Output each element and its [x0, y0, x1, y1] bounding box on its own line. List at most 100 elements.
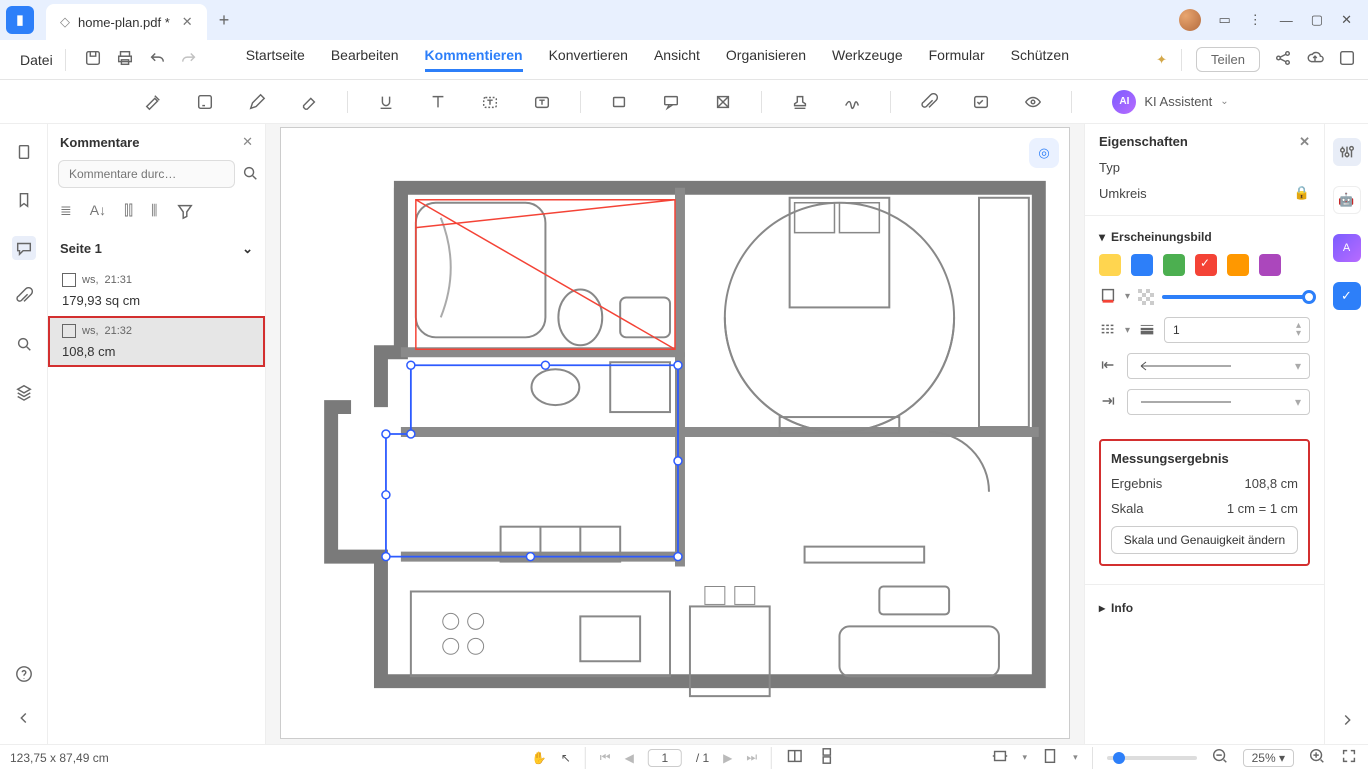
document-canvas[interactable]: ◎: [266, 124, 1084, 744]
menu-tab-konvertieren[interactable]: Konvertieren: [549, 47, 628, 72]
sliders-icon[interactable]: ⫼: [151, 202, 157, 223]
zoom-select[interactable]: 25% ▾: [1243, 749, 1294, 767]
menu-tab-ansicht[interactable]: Ansicht: [654, 47, 700, 72]
caret-down-icon[interactable]: ▾: [1099, 230, 1105, 244]
columns-icon[interactable]: ⫿⫿: [124, 202, 133, 223]
swatch-red-selected[interactable]: [1195, 254, 1217, 276]
menu-tab-organisieren[interactable]: Organisieren: [726, 47, 806, 72]
checklist-icon[interactable]: [967, 88, 995, 116]
menu-tab-startseite[interactable]: Startseite: [246, 47, 305, 72]
comment-item[interactable]: ws, 21:31179,93 sq cm: [48, 265, 265, 316]
search-icon[interactable]: [241, 164, 259, 185]
fullscreen-icon[interactable]: [1340, 747, 1358, 768]
bookmarks-icon[interactable]: [12, 188, 36, 212]
menu-tab-kommentieren[interactable]: Kommentieren: [425, 47, 523, 72]
window-minimize-icon[interactable]: —: [1280, 13, 1293, 28]
zoom-in-icon[interactable]: [1308, 747, 1326, 768]
print-icon[interactable]: [116, 49, 134, 70]
share-button[interactable]: Teilen: [1196, 47, 1260, 72]
document-tab[interactable]: ◇ home-plan.pdf * ✕: [46, 4, 207, 40]
comments-icon[interactable]: [12, 236, 36, 260]
stamp-icon[interactable]: [786, 88, 814, 116]
last-page-icon[interactable]: ⏭: [746, 750, 757, 765]
lock-icon[interactable]: 🔒: [1294, 185, 1310, 201]
pencil-icon[interactable]: [243, 88, 271, 116]
swatch-blue[interactable]: [1131, 254, 1153, 276]
zoom-slider[interactable]: [1107, 756, 1197, 760]
opacity-slider[interactable]: ▾: [1099, 286, 1310, 307]
read-mode-icon[interactable]: [786, 747, 804, 768]
line-style-icon[interactable]: [1099, 320, 1117, 341]
chat-icon[interactable]: ▭: [1219, 12, 1231, 28]
user-avatar[interactable]: [1179, 9, 1201, 31]
textbox-icon[interactable]: [528, 88, 556, 116]
eye-icon[interactable]: [1019, 88, 1047, 116]
attachment-icon[interactable]: [915, 88, 943, 116]
caret-right-icon[interactable]: ▸: [1099, 601, 1105, 615]
ai-letter-icon[interactable]: A: [1333, 234, 1361, 262]
cloud-upload-icon[interactable]: [1306, 49, 1324, 70]
comment-item[interactable]: ws, 21:32108,8 cm: [48, 316, 265, 367]
attachments-icon[interactable]: [12, 284, 36, 308]
menu-tab-formular[interactable]: Formular: [929, 47, 985, 72]
ai-check-icon[interactable]: ✓: [1333, 282, 1361, 310]
fit-page-icon[interactable]: [1041, 747, 1059, 768]
underline-icon[interactable]: [372, 88, 400, 116]
thumbnails-icon[interactable]: [12, 140, 36, 164]
fit-width-icon[interactable]: [991, 747, 1009, 768]
swatch-yellow[interactable]: [1099, 254, 1121, 276]
settings-square-icon[interactable]: [1338, 49, 1356, 70]
help-icon[interactable]: [12, 662, 36, 686]
collapse-left-icon[interactable]: [12, 706, 36, 730]
menu-tab-bearbeiten[interactable]: Bearbeiten: [331, 47, 399, 72]
new-tab-button[interactable]: +: [207, 10, 242, 31]
ai-face-icon[interactable]: 🤖: [1333, 186, 1361, 214]
stroke-color-icon[interactable]: [1099, 286, 1117, 307]
highlighter-icon[interactable]: [139, 88, 167, 116]
page-section-header[interactable]: Seite 1 ⌄: [48, 233, 265, 265]
close-properties-icon[interactable]: ✕: [1299, 134, 1310, 150]
page-info-badge[interactable]: ◎: [1029, 138, 1059, 168]
kebab-menu-icon[interactable]: ⋮: [1249, 12, 1262, 28]
undo-icon[interactable]: [148, 49, 166, 70]
eraser-icon[interactable]: [295, 88, 323, 116]
signature-icon[interactable]: [838, 88, 866, 116]
collapse-right-icon[interactable]: [1333, 706, 1361, 734]
scroll-mode-icon[interactable]: [818, 747, 836, 768]
thickness-input[interactable]: 1▴▾: [1164, 317, 1310, 343]
search-rail-icon[interactable]: [12, 332, 36, 356]
line-weight-icon[interactable]: [1138, 320, 1156, 341]
sort-list-icon[interactable]: ≣: [60, 202, 72, 223]
change-scale-button[interactable]: Skala und Genauigkeit ändern: [1111, 526, 1298, 554]
filter-icon[interactable]: [176, 202, 194, 223]
tab-close-icon[interactable]: ✕: [178, 14, 197, 30]
window-close-icon[interactable]: ✕: [1341, 12, 1352, 28]
prev-page-icon[interactable]: ◀: [625, 751, 634, 765]
swatch-orange[interactable]: [1227, 254, 1249, 276]
callout-icon[interactable]: [657, 88, 685, 116]
first-page-icon[interactable]: ⏮: [600, 750, 611, 765]
hand-tool-icon[interactable]: ✋: [532, 751, 547, 765]
zoom-out-icon[interactable]: [1211, 747, 1229, 768]
area-icon[interactable]: [709, 88, 737, 116]
note-icon[interactable]: [191, 88, 219, 116]
share-link-icon[interactable]: [1274, 49, 1292, 70]
typewriter-icon[interactable]: [476, 88, 504, 116]
menu-tab-schützen[interactable]: Schützen: [1011, 47, 1069, 72]
menu-tab-werkzeuge[interactable]: Werkzeuge: [832, 47, 903, 72]
page-number-input[interactable]: 1: [648, 749, 682, 767]
redo-icon[interactable]: [180, 49, 198, 70]
shape-rect-icon[interactable]: [605, 88, 633, 116]
end-arrow-select[interactable]: ▾: [1127, 389, 1310, 415]
text-caret-icon[interactable]: [424, 88, 452, 116]
start-arrow-select[interactable]: ▾: [1127, 353, 1310, 379]
file-menu[interactable]: Datei: [12, 52, 61, 68]
next-page-icon[interactable]: ▶: [723, 751, 732, 765]
lightbulb-icon[interactable]: ✦: [1156, 52, 1167, 68]
window-maximize-icon[interactable]: ▢: [1311, 12, 1323, 28]
swatch-green[interactable]: [1163, 254, 1185, 276]
layers-icon[interactable]: [12, 380, 36, 404]
comments-search-input[interactable]: [58, 160, 235, 188]
adjustments-icon[interactable]: [1333, 138, 1361, 166]
close-panel-icon[interactable]: ✕: [242, 134, 253, 150]
